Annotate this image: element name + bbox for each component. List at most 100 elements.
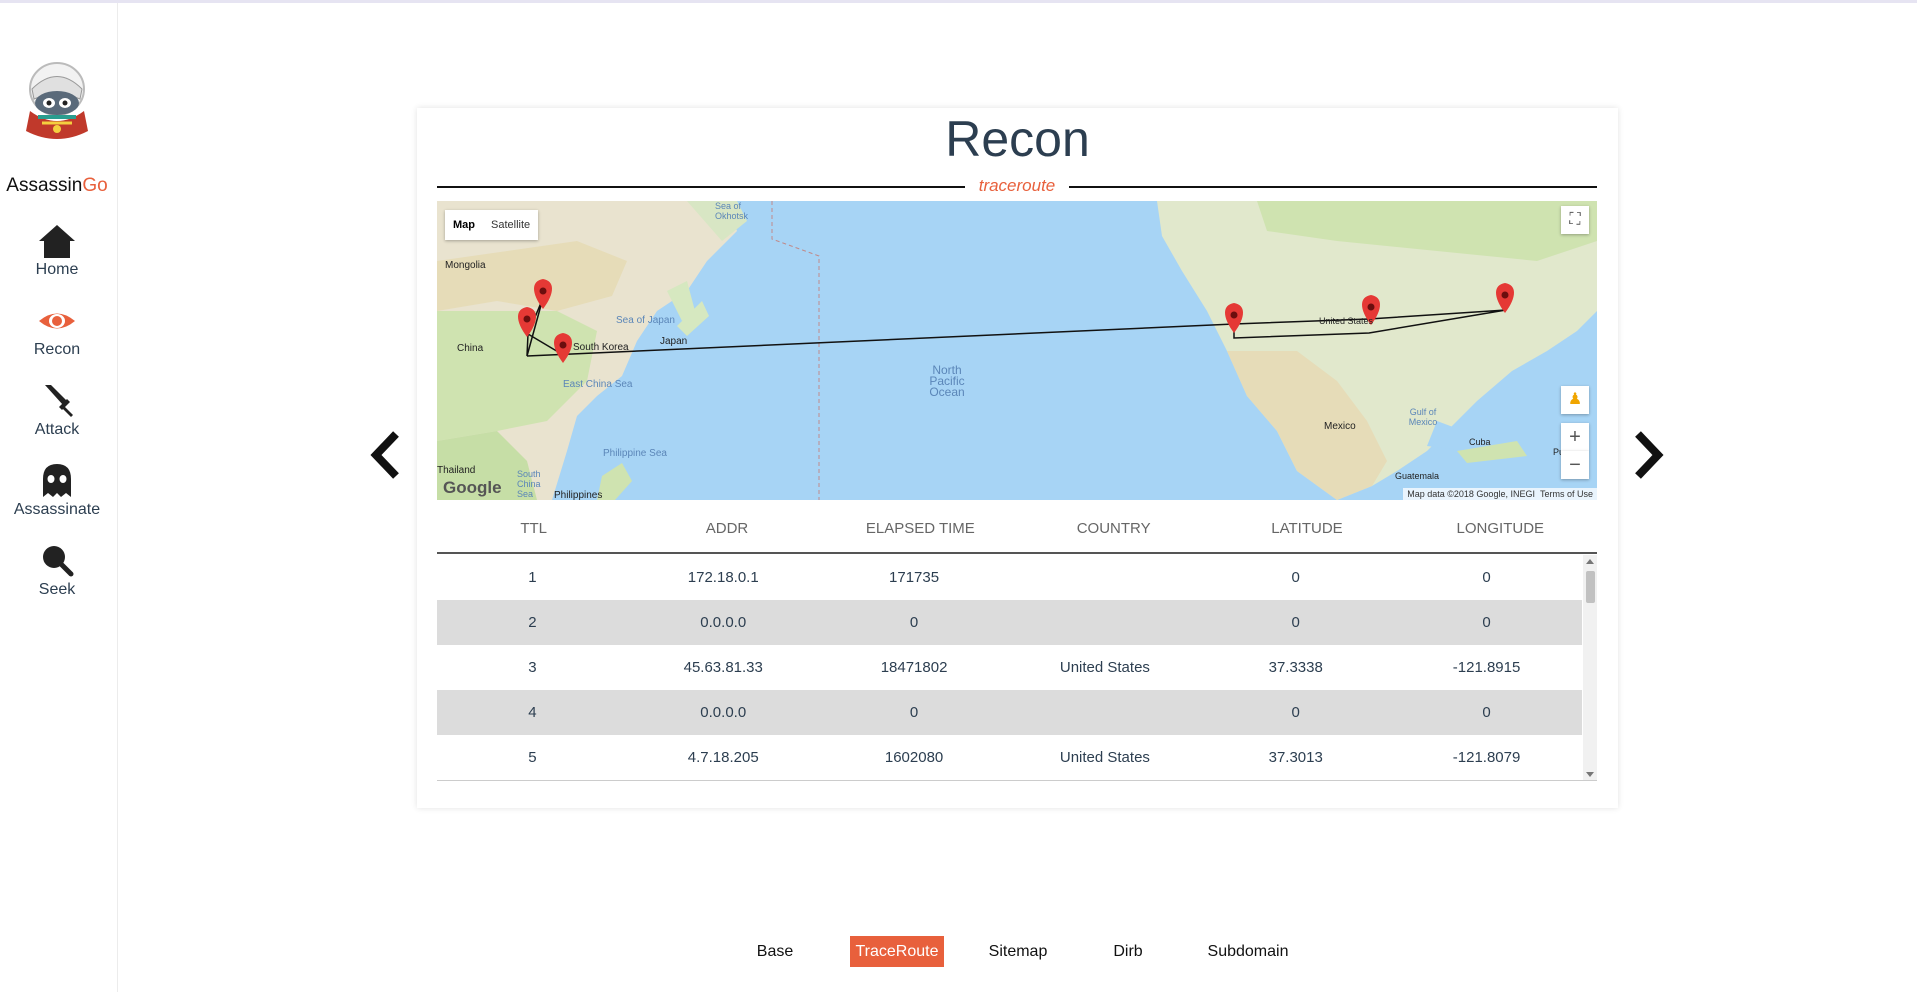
cell-ttl: 5 [528,749,537,766]
sidebar-item-seek[interactable]: Seek [0,541,114,599]
cell-country [1009,690,1200,735]
cell-addr: 45.63.81.33 [683,659,763,676]
cell-elapsed-time: 0 [909,614,919,631]
map-label: South China Sea [517,469,541,499]
cell-elapsed-time: 18471802 [880,659,948,676]
map-label: East China Sea [563,379,633,390]
map-type-satellite-button[interactable]: Satellite [483,210,538,240]
map-label: Thailand [437,465,476,476]
map-label: Sea of Japan [616,315,675,326]
tab-dirb[interactable]: Dirb [1100,936,1156,967]
map-label: Mongolia [445,260,486,271]
cell-longitude: -121.8079 [1452,749,1521,766]
sidebar: AssassinGo Home Recon Attack Assassinate [0,3,118,992]
table-scrollbar[interactable] [1583,555,1597,780]
column-header-ttl: TTL [520,520,547,537]
map-label: Sea of Okhotsk [715,201,749,221]
cell-country: United States [1059,749,1150,766]
zoom-out-button[interactable]: − [1561,451,1589,479]
subtitle-divider: traceroute [437,176,1597,196]
sidebar-item-home[interactable]: Home [0,221,114,279]
map-type-map-button[interactable]: Map [445,210,483,240]
google-logo: Google [443,478,502,497]
cell-longitude: -121.8915 [1452,659,1521,676]
tab-sitemap[interactable]: Sitemap [980,936,1056,967]
sidebar-item-label: Recon [33,341,81,358]
cell-country: United States [1059,659,1150,676]
next-arrow-icon[interactable] [1628,430,1668,480]
scroll-down-icon[interactable] [1586,772,1594,777]
cell-elapsed-time: 0 [909,704,919,721]
column-header-latitude: LATITUDE [1271,520,1343,537]
eye-icon [39,313,75,329]
column-header-elapsed-time: ELAPSED TIME [865,520,975,537]
map-label: Cuba [1469,437,1491,447]
map-label: Guatemala [1395,471,1440,481]
sidebar-item-attack[interactable]: Attack [0,381,114,439]
cell-latitude: 37.3338 [1268,659,1323,676]
traceroute-map[interactable]: Mongolia China South Korea Japan Sea of … [437,201,1597,500]
fullscreen-icon[interactable]: ⛶ [1561,206,1589,234]
sidebar-item-assassinate[interactable]: Assassinate [0,461,114,519]
tab-traceroute[interactable]: TraceRoute [850,936,944,967]
map-label: China [457,343,484,354]
table-row: 2 0.0.0.0 0 0 0 [437,600,1582,645]
pegman-icon[interactable]: ♟ [1561,386,1589,414]
cell-addr: 172.18.0.1 [687,569,759,586]
cell-latitude: 0 [1291,704,1300,721]
cell-longitude: 0 [1482,569,1491,586]
map-label: Philippine Sea [603,448,667,459]
map-label: South Korea [573,342,629,353]
column-header-addr: ADDR [705,520,749,537]
cell-ttl: 1 [528,569,537,586]
cell-country [1009,555,1200,600]
top-border [0,0,1917,3]
home-icon [39,225,75,258]
column-header-country: COUNTRY [1076,520,1151,537]
cell-ttl: 2 [528,614,537,631]
column-header-longitude: LONGITUDE [1456,520,1545,537]
table-row: 4 0.0.0.0 0 0 0 [437,690,1582,735]
sword-icon [45,385,73,417]
cell-longitude: 0 [1482,614,1491,631]
zoom-in-button[interactable]: + [1561,423,1589,451]
scroll-up-icon[interactable] [1586,559,1594,564]
cell-ttl: 3 [528,659,537,676]
ghost-icon [43,464,71,497]
recon-tabs: Base TraceRoute Sitemap Dirb Subdomain [0,936,1917,968]
recon-card: Recon traceroute Mongolia China South Ko… [417,108,1618,808]
search-icon [43,546,74,577]
cell-addr: 4.7.18.205 [687,749,759,766]
map-type-control: Map Satellite [445,210,539,240]
sidebar-item-label: Home [35,261,79,278]
cell-ttl: 4 [528,704,537,721]
traceroute-table-header: TTL ADDR ELAPSED TIME COUNTRY LATITUDE L… [437,512,1597,554]
cell-country [1009,600,1200,645]
sidebar-item-label: Attack [34,421,80,438]
map-label: United States [1319,316,1374,326]
page-subtitle: traceroute [978,176,1056,195]
previous-arrow-icon[interactable] [366,430,406,480]
scrollbar-thumb[interactable] [1586,571,1595,603]
table-row: 3 45.63.81.33 18471802 United States 37.… [437,645,1582,690]
map-label: Japan [660,336,688,347]
cell-elapsed-time: 1602080 [884,749,944,766]
sidebar-item-recon[interactable]: Recon [0,301,114,359]
sidebar-item-label: Assassinate [13,501,101,518]
tab-base[interactable]: Base [746,936,804,967]
table-row: 5 4.7.18.205 1602080 United States 37.30… [437,735,1582,780]
map-label: North Pacific Ocean [929,363,965,399]
map-label: Philippines [554,490,603,500]
brand-name: AssassinGo [6,175,108,196]
sidebar-item-label: Seek [38,581,76,598]
terms-of-use-link[interactable]: Terms of Use [1540,489,1593,499]
traceroute-table-body[interactable]: 1 172.18.0.1 171735 0 0 2 0.0.0.0 0 0 0 … [437,555,1597,781]
cell-addr: 0.0.0.0 [700,614,747,631]
cell-elapsed-time: 171735 [889,569,940,586]
cell-latitude: 0 [1291,614,1300,631]
assassin-logo[interactable] [18,59,96,147]
table-row: 1 172.18.0.1 171735 0 0 [437,555,1582,600]
map-label: Gulf of Mexico [1408,407,1438,427]
tab-subdomain[interactable]: Subdomain [1198,936,1298,967]
cell-addr: 0.0.0.0 [700,704,747,721]
